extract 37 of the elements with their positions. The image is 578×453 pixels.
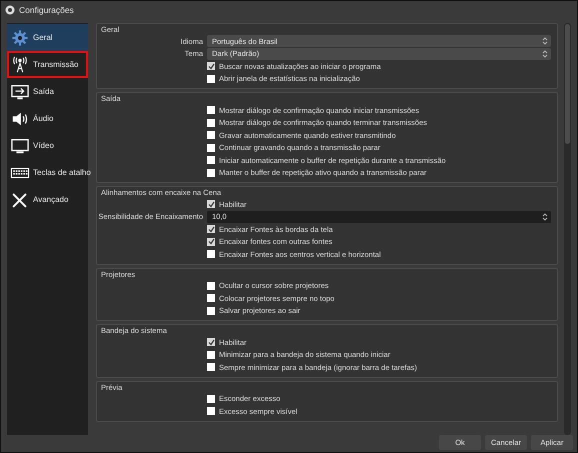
checkbox[interactable]: [207, 156, 215, 164]
window-title: Configurações: [19, 4, 74, 14]
checkbox[interactable]: [207, 394, 215, 403]
antenna-icon: [10, 56, 30, 74]
checkbox[interactable]: [207, 74, 215, 83]
checkbox[interactable]: [207, 131, 215, 140]
checkbox[interactable]: [207, 306, 215, 315]
updown-caret-icon: [542, 212, 548, 221]
checkbox[interactable]: [207, 250, 215, 258]
checkbox[interactable]: [207, 62, 215, 70]
checkbox[interactable]: [207, 200, 215, 208]
checkbox[interactable]: [207, 225, 215, 234]
updown-caret-icon: [542, 50, 548, 58]
checkbox[interactable]: [207, 106, 215, 114]
checkbox[interactable]: [207, 363, 215, 372]
checkbox[interactable]: [207, 168, 215, 177]
checkbox[interactable]: [207, 118, 215, 127]
scrollbar[interactable]: [564, 23, 571, 435]
app-logo-icon: [5, 4, 15, 14]
sidebar-item[interactable]: Teclas de atalho: [7, 159, 88, 186]
monitor-arrow-icon: [10, 82, 30, 100]
sidebar-item[interactable]: Áudio: [7, 105, 88, 132]
checkbox[interactable]: [207, 350, 215, 359]
sidebar-item[interactable]: Saída: [7, 78, 88, 105]
checkbox[interactable]: [207, 338, 215, 346]
checkbox[interactable]: [207, 282, 215, 290]
checkbox[interactable]: [207, 238, 215, 246]
monitor-icon: [10, 136, 30, 154]
sidebar-item[interactable]: Geral: [7, 24, 88, 51]
gear-icon: [10, 28, 30, 46]
sidebar-item[interactable]: Vídeo: [7, 132, 88, 159]
updown-caret-icon: [542, 37, 548, 46]
checkbox[interactable]: [207, 144, 215, 152]
checkbox[interactable]: [207, 407, 215, 416]
sidebar-item[interactable]: Transmissão: [7, 51, 88, 78]
sidebar-item[interactable]: Avançado: [7, 186, 88, 213]
checkbox[interactable]: [207, 294, 215, 302]
